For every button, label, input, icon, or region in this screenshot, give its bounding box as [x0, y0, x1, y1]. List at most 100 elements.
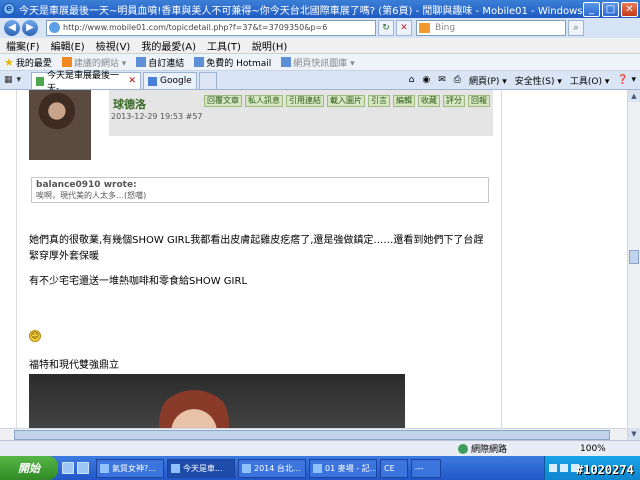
command-bar: ⌂ ◉ ✉ ⎙ 網頁(P) ▾ 安全性(S) ▾ 工具(O) ▾ ❓ ▾ — [401, 71, 640, 89]
scroll-up-icon[interactable]: ▲ — [628, 90, 640, 102]
tray-icon[interactable] — [549, 464, 557, 472]
menu-tools[interactable]: 工具(T) — [207, 38, 241, 53]
menu-tools-cmd[interactable]: 工具(O) ▾ — [570, 74, 610, 87]
windows-taskbar: 開始 氣質女神?... 今天是車... 2014 台北... 01 麥場 - 記… — [0, 456, 640, 480]
ie-window-icon — [100, 463, 109, 473]
tab-list-icon[interactable]: ▾ — [17, 75, 22, 85]
new-tab-button[interactable] — [198, 72, 217, 89]
post-actions: 回覆文章 私人訊息 引用連結 載入圖片 引言 編輯 收藏 評分 回報 — [201, 95, 490, 107]
help-icon[interactable]: ❓ ▾ — [617, 75, 636, 85]
quote-text: 唉啊，現代美的人太多…(怒噹) — [36, 191, 147, 200]
horizontal-scroll-thumb[interactable] — [14, 430, 610, 440]
horizontal-scrollbar[interactable] — [0, 428, 627, 440]
maximize-button[interactable]: □ — [602, 1, 619, 17]
back-arrow-icon[interactable]: ◀ — [4, 20, 20, 36]
mobile01-favicon-icon — [36, 76, 44, 86]
menu-bar: 檔案(F) 編輯(E) 檢視(V) 我的最愛(A) 工具(T) 說明(H) — [0, 38, 640, 54]
taskbar-label: CE — [384, 463, 395, 473]
fav-custom-links[interactable]: 自訂連結 — [136, 56, 184, 69]
taskbar-label: 氣質女神?... — [112, 463, 156, 473]
security-zone[interactable]: 網際網路 — [458, 442, 507, 455]
image-caption: 福特和現代雙強鼎立 — [29, 360, 119, 371]
rate-button[interactable]: 評分 — [443, 95, 465, 107]
close-tab-icon[interactable]: ✕ — [129, 76, 137, 86]
home-icon[interactable]: ⌂ — [409, 75, 415, 85]
taskbar-button[interactable]: 今天是車... — [167, 458, 235, 478]
taskbar-button[interactable]: 01 麥場 - 記... — [309, 458, 377, 478]
suggested-sites-icon — [61, 57, 72, 67]
reply-button[interactable]: 回覆文章 — [204, 95, 242, 107]
favorites-button[interactable]: ★ 我的最愛 — [4, 56, 52, 69]
menu-edit[interactable]: 編輯(E) — [51, 38, 85, 53]
taskbar-button[interactable]: 氣質女神?... — [96, 458, 164, 478]
favorites-label: 我的最愛 — [15, 58, 52, 69]
tab-list-controls: ▦ ▾ — [4, 71, 25, 89]
close-button[interactable]: ✕ — [621, 1, 638, 17]
taskbar-button[interactable]: CE — [380, 458, 408, 478]
smiley-icon: ☺ — [29, 330, 41, 342]
edit-button[interactable]: 編輯 — [393, 95, 415, 107]
search-icon[interactable]: ⌕ — [568, 20, 584, 36]
fav-hotmail[interactable]: 免費的 Hotmail — [194, 56, 271, 69]
start-button[interactable]: 開始 — [0, 456, 58, 480]
load-images-button[interactable]: 載入圖片 — [327, 95, 365, 107]
refresh-icon[interactable]: ↻ — [378, 20, 394, 36]
page-icon — [281, 57, 292, 67]
menu-file[interactable]: 檔案(F) — [6, 38, 40, 53]
menu-help[interactable]: 說明(H) — [252, 38, 287, 53]
quote-button[interactable]: 引言 — [368, 95, 390, 107]
quick-launch-icon[interactable] — [62, 462, 74, 474]
fav-suggested-sites[interactable]: 建議的網站 ▾ — [61, 56, 127, 69]
url-input[interactable]: http://www.mobile01.com/topicdetail.php?… — [46, 20, 376, 36]
taskbar-label: 今天是車... — [183, 463, 223, 473]
post-author[interactable]: 球德洛 — [113, 96, 146, 112]
address-bar: ◀ ▶ http://www.mobile01.com/topicdetail.… — [0, 18, 640, 38]
forward-arrow-icon[interactable]: ▶ — [22, 20, 38, 36]
menu-favorites[interactable]: 我的最愛(A) — [141, 38, 196, 53]
minimize-button[interactable]: _ — [583, 1, 600, 17]
quick-launch-icon[interactable] — [77, 462, 89, 474]
vertical-scrollbar[interactable]: ▲ ▼ — [627, 90, 640, 440]
post-paragraph-1: 她們真的很敬業,有幾個SHOW GIRL我都看出皮膚起雞皮疙瘩了,還是強做鎮定…… — [29, 235, 484, 262]
mail-icon[interactable]: ✉ — [438, 75, 446, 85]
quote-link-button[interactable]: 引用連結 — [286, 95, 324, 107]
stop-icon[interactable]: ✕ — [396, 20, 412, 36]
report-button[interactable]: 回報 — [468, 95, 490, 107]
feeds-icon[interactable]: ◉ — [422, 75, 430, 85]
quick-tabs-icon[interactable]: ▦ — [4, 75, 13, 85]
fav-label: 網頁快訊圖庫 ▾ — [293, 58, 355, 69]
private-message-button[interactable]: 私人訊息 — [245, 95, 283, 107]
fav-web-slice-gallery[interactable]: 網頁快訊圖庫 ▾ — [281, 56, 355, 69]
quote-author: balance0910 wrote: — [36, 180, 137, 190]
fav-label: 自訂連結 — [148, 58, 185, 69]
menu-safety[interactable]: 安全性(S) ▾ — [515, 74, 562, 87]
star-icon: ★ — [4, 55, 14, 69]
tab-google[interactable]: Google — [143, 72, 197, 89]
taskbar-button[interactable]: --- — [411, 458, 441, 478]
internet-zone-icon — [458, 443, 468, 454]
ie-window-icon — [242, 463, 251, 473]
bing-logo-icon — [419, 23, 430, 33]
menu-page[interactable]: 網頁(P) ▾ — [469, 74, 507, 87]
quick-launch — [62, 462, 92, 474]
tab-current-page[interactable]: 今天是車展最後一天-... ✕ — [31, 71, 142, 94]
tray-icon[interactable] — [560, 464, 568, 472]
scroll-down-icon[interactable]: ▼ — [628, 428, 640, 440]
bookmark-button[interactable]: 收藏 — [418, 95, 440, 107]
window-titlebar: e 今天是車展最後一天~明員血噴!香車與美人不可兼得~你今天台北國際車展了嗎? … — [0, 0, 640, 18]
menu-view[interactable]: 檢視(V) — [96, 38, 131, 53]
avatar[interactable] — [29, 90, 91, 160]
print-icon[interactable]: ⎙ — [454, 75, 461, 85]
fav-label: 建議的網站 ▾ — [73, 58, 127, 69]
zoom-level[interactable]: 100% — [580, 444, 606, 454]
post-meta: 2013-12-29 19:53 #57 — [111, 112, 203, 121]
ie-window-icon — [313, 463, 322, 473]
status-bar: 網際網路 100% — [0, 440, 640, 456]
taskbar-label: 01 麥場 - 記... — [325, 463, 377, 473]
taskbar-button[interactable]: 2014 台北... — [238, 458, 306, 478]
search-input[interactable]: Bing — [416, 20, 566, 36]
page-icon — [136, 57, 147, 67]
tab-label: Google — [160, 76, 192, 86]
forum-post: 球德洛 2013-12-29 19:53 #57 回覆文章 私人訊息 引用連結 … — [16, 90, 502, 440]
vertical-scroll-thumb[interactable] — [629, 250, 639, 264]
